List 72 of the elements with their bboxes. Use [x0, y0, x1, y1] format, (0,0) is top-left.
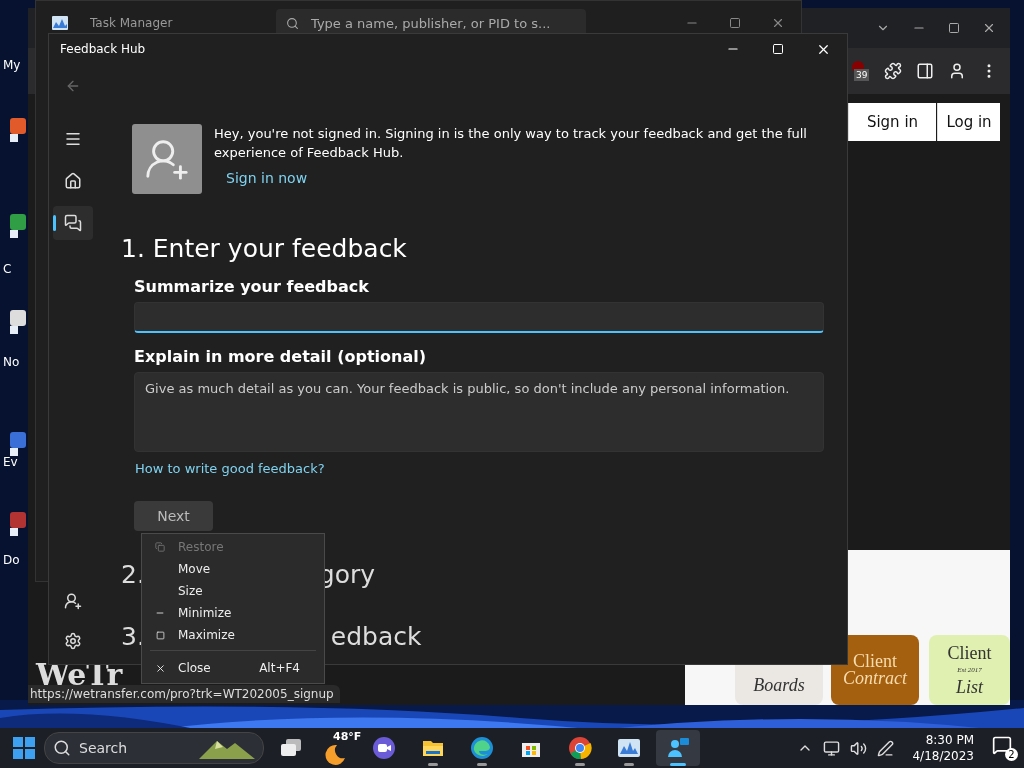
clock[interactable]: 8:30 PM 4/18/2023 [912, 732, 974, 764]
menu-icon [64, 130, 82, 148]
date-text: 4/18/2023 [912, 748, 974, 764]
sign-in-button[interactable]: Sign in [848, 103, 936, 141]
field-label: Summarize your feedback [134, 277, 370, 296]
menu-item[interactable]: Move [142, 558, 324, 580]
step-heading: edback [330, 621, 422, 651]
search-placeholder: Search [79, 740, 128, 756]
start-icon[interactable] [12, 736, 36, 760]
card-title: Client [947, 644, 992, 662]
puzzle-icon[interactable] [884, 62, 902, 80]
add-user-icon [64, 592, 82, 610]
restore-icon [155, 542, 165, 552]
chart-window-icon [52, 16, 68, 30]
chart-window-icon [617, 736, 641, 760]
menu-item[interactable]: Minimize [142, 602, 324, 624]
network-icon[interactable] [823, 739, 841, 757]
volume-icon[interactable] [850, 739, 868, 757]
step-number: 3. [121, 621, 145, 651]
nav-button[interactable] [53, 206, 93, 240]
template-card[interactable]: Boards [735, 665, 823, 705]
search-icon [53, 739, 71, 757]
time-text: 8:30 PM [925, 732, 974, 748]
log-in-button[interactable]: Log in [937, 103, 1000, 141]
pen-icon[interactable] [877, 739, 895, 757]
menu-item[interactable]: Close Alt+F4 [142, 655, 324, 681]
moon-icon [323, 742, 347, 766]
desktop-icon-label[interactable]: My [3, 58, 21, 72]
search-placeholder: Type a name, publisher, or PID to s... [311, 15, 551, 31]
desktop-icon-label[interactable]: No [3, 355, 20, 369]
settings-icon [64, 632, 82, 650]
maximize-icon[interactable] [948, 22, 960, 34]
desktop-icon-label[interactable]: C [3, 262, 12, 276]
notification-count: 2 [1005, 748, 1018, 761]
video-chat-icon [372, 736, 396, 760]
browser-icon [568, 736, 592, 760]
shortcut-text: Alt+F4 [259, 661, 301, 675]
section-heading: 1. Enter your feedback [121, 234, 408, 263]
browser-icon [470, 736, 494, 760]
help-link[interactable]: How to write good feedback? [135, 461, 325, 476]
desktop-icon-label[interactable]: Ev [3, 455, 18, 469]
maximize-icon [155, 630, 165, 640]
card-title: List [956, 678, 983, 696]
menu-item[interactable]: Size [142, 580, 324, 602]
detail-field[interactable]: Give as much detail as you can. Your feedback is public, so don't include any personal information. [134, 372, 824, 452]
search-field[interactable]: Search [44, 732, 264, 764]
back-icon[interactable] [65, 78, 81, 94]
side-panel-icon[interactable] [916, 62, 934, 80]
card-title: Contract [843, 670, 907, 687]
card-title: Client [853, 653, 897, 670]
close-icon [154, 662, 166, 674]
search-icon [286, 16, 299, 30]
extension-badge: 39 [854, 69, 870, 81]
person-icon [666, 736, 690, 760]
taskbar-app[interactable] [656, 730, 700, 766]
template-card[interactable]: Client Contract [831, 635, 919, 705]
chat-bubbles-icon [64, 214, 82, 232]
menu-item[interactable]: Maximize [142, 624, 324, 646]
profile-icon[interactable] [948, 62, 966, 80]
temperature-text: 48°F [333, 730, 362, 743]
sign-in-link[interactable]: Sign in now [226, 170, 308, 186]
field-label: Explain in more detail (optional) [134, 347, 427, 366]
window-title: Feedback Hub [60, 42, 146, 56]
home-icon [64, 172, 82, 190]
window-title: Task Manager [90, 16, 174, 30]
sign-in-message: Hey, you're not signed in. Signing in is the only way to track your feedback and get the full experience of Feedback Hub. [214, 125, 808, 162]
card-title: Boards [753, 676, 805, 694]
notifications-button[interactable]: 2 [992, 735, 1018, 761]
desktop-icon-label[interactable]: Do [3, 553, 20, 567]
step-number: 2. [121, 559, 145, 589]
close-icon[interactable] [982, 21, 996, 35]
summary-field[interactable] [134, 302, 824, 333]
